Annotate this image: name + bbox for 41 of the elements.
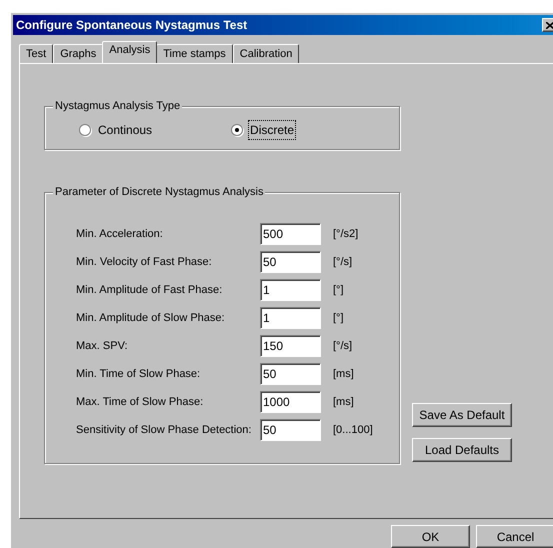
close-icon bbox=[546, 22, 553, 28]
default-button[interactable]: Load Defaults bbox=[412, 438, 512, 462]
unit-label: [°] bbox=[333, 282, 344, 298]
input-field[interactable]: 50 bbox=[260, 363, 321, 385]
tab[interactable]: Time stamps bbox=[156, 44, 233, 63]
group-title: Nystagmus Analysis Type bbox=[53, 99, 182, 113]
input-field[interactable]: 500 bbox=[260, 223, 321, 245]
unit-label: [°/s] bbox=[333, 338, 352, 354]
field-label: Min. Amplitude of Slow Phase: bbox=[76, 310, 226, 326]
radio-label[interactable]: Continous bbox=[97, 121, 154, 139]
input-field[interactable]: 50 bbox=[260, 251, 321, 273]
input-field[interactable]: 1 bbox=[260, 307, 321, 329]
field-label: Max. SPV: bbox=[76, 338, 129, 354]
field-label: Min. Acceleration: bbox=[76, 226, 164, 242]
unit-label: [ms] bbox=[333, 366, 354, 382]
input-field[interactable]: 150 bbox=[260, 335, 321, 357]
dialog-button[interactable]: OK bbox=[391, 525, 470, 548]
field-label: Min. Velocity of Fast Phase: bbox=[76, 254, 213, 270]
tab[interactable]: Calibration bbox=[232, 44, 300, 63]
radio-label[interactable]: Discrete bbox=[249, 121, 296, 139]
dialog-button[interactable]: Cancel bbox=[476, 525, 553, 548]
input-field[interactable]: 1000 bbox=[260, 391, 321, 413]
field-label: Max. Time of Slow Phase: bbox=[76, 394, 204, 410]
radio-button[interactable] bbox=[231, 124, 244, 136]
field-label: Min. Time of Slow Phase: bbox=[76, 366, 202, 382]
field-label: Min. Amplitude of Fast Phase: bbox=[76, 282, 224, 298]
unit-label: [°] bbox=[333, 310, 344, 326]
input-field[interactable]: 1 bbox=[260, 279, 321, 301]
unit-label: [°/s] bbox=[333, 254, 352, 270]
unit-label: [°/s2] bbox=[333, 226, 358, 242]
tab[interactable]: Test bbox=[19, 44, 54, 63]
unit-label: [ms] bbox=[333, 394, 354, 410]
tab[interactable]: Analysis bbox=[102, 41, 158, 63]
field-label: Sensitivity of Slow Phase Detection: bbox=[76, 422, 252, 438]
radio-button[interactable] bbox=[79, 124, 91, 136]
unit-label: [0...100] bbox=[333, 422, 373, 438]
group-title: Parameter of Discrete Nystagmus Analysis bbox=[53, 185, 266, 199]
default-button[interactable]: Save As Default bbox=[412, 403, 512, 427]
window-title: Configure Spontaneous Nystagmus Test bbox=[16, 17, 248, 34]
tab[interactable]: Graphs bbox=[53, 44, 104, 63]
input-field[interactable]: 50 bbox=[260, 419, 321, 441]
